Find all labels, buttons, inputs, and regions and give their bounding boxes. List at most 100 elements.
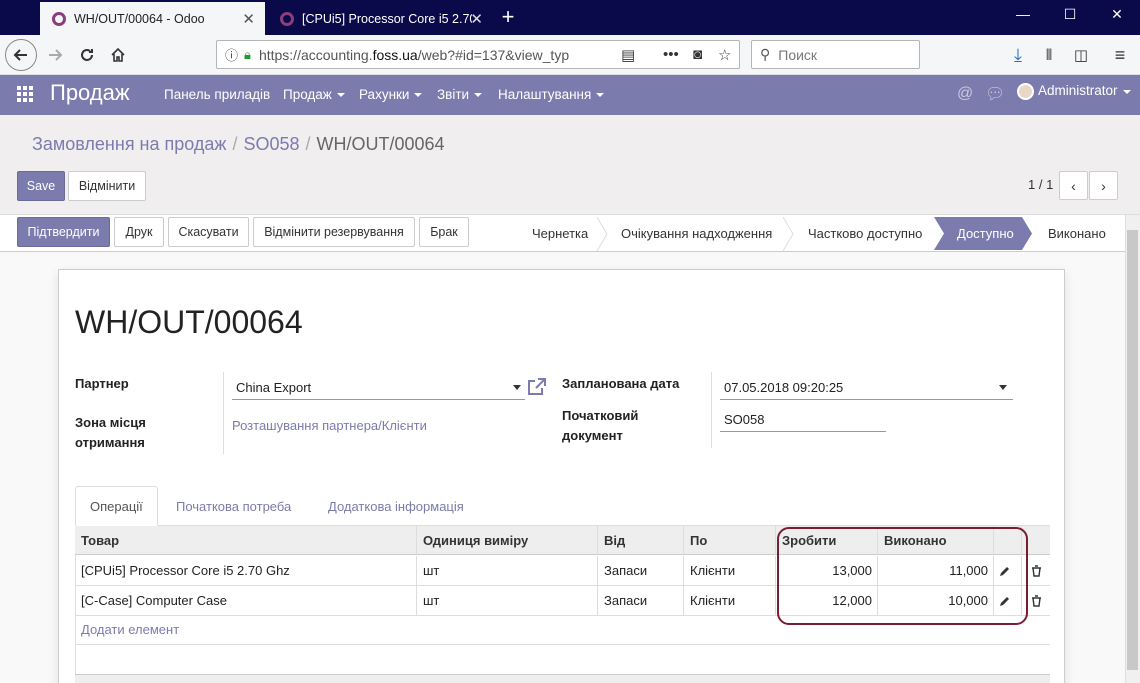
caret-down-icon	[1122, 89, 1131, 94]
scheduled-date-value: 07.05.2018 09:20:25	[724, 380, 844, 395]
partner-field[interactable]: China Export	[232, 376, 525, 400]
stage-partially-available[interactable]: Частково доступно	[808, 217, 922, 250]
source-document-field[interactable]: SO058	[720, 408, 886, 432]
caret-down-icon	[414, 93, 423, 98]
breadcrumb-item-sale-orders[interactable]: Замовлення на продаж	[32, 134, 226, 154]
chat-icon[interactable]: 💬︎	[985, 84, 1005, 104]
bookmark-star-icon[interactable]: ☆	[718, 46, 731, 64]
pager-previous-button[interactable]: ‹	[1059, 171, 1088, 200]
control-panel	[0, 115, 1140, 215]
stage-waiting[interactable]: Очікування надходження	[621, 217, 772, 250]
url-text[interactable]: https://accounting.foss.ua/web?#id=137&v…	[259, 47, 574, 63]
odoo-favicon-icon	[280, 11, 294, 26]
discard-button[interactable]: Відмінити	[68, 171, 146, 201]
table-cell-from[interactable]: Запаси	[598, 556, 684, 586]
download-icon[interactable]: ⤓	[1003, 40, 1033, 70]
table-cell-product[interactable]: [CPUi5] Processor Core i5 2.70 Ghz	[75, 556, 417, 586]
breadcrumb-current: WH/OUT/00064	[316, 134, 445, 154]
browser-search-input[interactable]: ⚲ Поиск	[751, 40, 920, 69]
pager-value[interactable]: 1 / 1	[1028, 177, 1053, 192]
external-link-icon[interactable]	[527, 378, 547, 396]
address-bar[interactable]: ⓘ 🔒︎ https://accounting.foss.ua/web?#id=…	[216, 40, 740, 69]
sidebar-icon[interactable]: ◫	[1066, 40, 1096, 70]
scheduled-date-field[interactable]: 07.05.2018 09:20:25	[720, 376, 1013, 400]
destination-location-link[interactable]: Розташування партнера/Клієнти	[232, 418, 427, 433]
cancel-button[interactable]: Скасувати	[168, 217, 249, 247]
trash-icon	[1032, 594, 1041, 607]
menu-sales[interactable]: Продаж	[283, 87, 345, 102]
search-placeholder: Поиск	[778, 46, 818, 63]
arrow-right-icon	[49, 49, 63, 61]
dropdown-caret-icon[interactable]	[999, 385, 1007, 390]
app-brand[interactable]: Продаж	[50, 80, 130, 106]
scrap-button[interactable]: Брак	[419, 217, 469, 247]
menu-settings[interactable]: Налаштування	[498, 87, 605, 102]
validate-button[interactable]: Підтвердити	[17, 217, 110, 247]
pager-next-button[interactable]: ›	[1089, 171, 1118, 200]
tab-additional-info[interactable]: Додаткова інформація	[314, 486, 478, 526]
close-tab-icon[interactable]: ✕	[470, 10, 483, 28]
stage-ready-active[interactable]: Доступно	[934, 217, 1032, 250]
tab-operations[interactable]: Операції	[75, 486, 158, 526]
table-cell-product[interactable]: [C-Case] Computer Case	[75, 586, 417, 616]
print-button[interactable]: Друк	[114, 217, 164, 247]
tab-title: WH/OUT/00064 - Odoo	[74, 11, 205, 26]
menu-invoices[interactable]: Рахунки	[359, 87, 423, 102]
breadcrumb-item-so[interactable]: SO058	[243, 134, 299, 154]
hamburger-menu-icon[interactable]: ≡	[1105, 40, 1135, 70]
reload-button[interactable]	[72, 40, 102, 70]
close-window-button[interactable]: ✕	[1102, 6, 1132, 23]
column-header-to[interactable]: По	[684, 526, 776, 555]
stage-separator-icon	[596, 217, 608, 251]
browser-navbar: ⓘ 🔒︎ https://accounting.foss.ua/web?#id=…	[0, 35, 1140, 75]
app-switcher-icon[interactable]	[17, 86, 33, 102]
home-icon	[111, 47, 125, 62]
more-actions-icon[interactable]: •••	[663, 46, 679, 63]
tab-initial-demand[interactable]: Початкова потреба	[162, 486, 305, 526]
unreserve-button[interactable]: Відмінити резервування	[253, 217, 415, 247]
close-tab-icon[interactable]: ✕	[242, 10, 255, 28]
table-cell-uom[interactable]: шт	[417, 586, 598, 616]
dropdown-caret-icon[interactable]	[513, 385, 521, 390]
column-header-uom[interactable]: Одиниця виміру	[417, 526, 598, 555]
reload-icon	[81, 49, 93, 61]
forward-button[interactable]	[40, 40, 70, 70]
minimize-button[interactable]: —	[1008, 6, 1038, 22]
source-document-label: Початковий документ	[562, 408, 639, 443]
home-button[interactable]	[103, 40, 133, 70]
menu-reports[interactable]: Звіти	[437, 87, 483, 102]
record-title: WH/OUT/00064	[75, 304, 303, 340]
table-cell-to[interactable]: Клієнти	[684, 586, 776, 616]
save-button[interactable]: Save	[17, 171, 65, 201]
caret-down-icon	[474, 93, 483, 98]
reader-view-icon[interactable]: ▤	[621, 46, 635, 64]
odoo-main-navbar: Продаж Панель приладів Продаж Рахунки Зв…	[0, 75, 1140, 115]
column-header-from[interactable]: Від	[598, 526, 684, 555]
pocket-icon[interactable]: ◙	[693, 46, 702, 63]
activity-icon[interactable]: @	[957, 85, 973, 103]
stage-draft[interactable]: Чернетка	[532, 217, 588, 250]
info-icon[interactable]: ⓘ	[225, 45, 238, 64]
maximize-button[interactable]: ☐	[1055, 6, 1085, 23]
source-document-value: SO058	[724, 412, 765, 427]
browser-tab-active[interactable]: WH/OUT/00064 - Odoo ✕	[40, 2, 265, 35]
table-cell-from[interactable]: Запаси	[598, 586, 684, 616]
stage-done[interactable]: Виконано	[1048, 217, 1106, 250]
column-header-product[interactable]: Товар	[75, 526, 417, 555]
user-menu[interactable]: Administrator	[1017, 83, 1131, 100]
highlight-annotation	[777, 527, 1028, 625]
table-cell-uom[interactable]: шт	[417, 556, 598, 586]
destination-label: Зона місця отримання	[75, 415, 146, 450]
add-line-link[interactable]: Додати елемент	[81, 622, 179, 637]
new-tab-button[interactable]: +	[498, 4, 518, 30]
scrollbar-thumb[interactable]	[1127, 230, 1138, 670]
browser-tab[interactable]: [CPUi5] Processor Core i5 2.70 G ✕	[268, 2, 493, 35]
field-divider	[711, 372, 712, 448]
lock-icon: 🔒︎	[244, 46, 251, 62]
library-icon[interactable]: ⫴	[1034, 40, 1064, 70]
table-cell-to[interactable]: Клієнти	[684, 556, 776, 586]
back-button[interactable]	[5, 39, 37, 71]
caret-down-icon	[596, 93, 605, 98]
menu-dashboard[interactable]: Панель приладів	[164, 87, 270, 102]
avatar	[1017, 83, 1034, 100]
